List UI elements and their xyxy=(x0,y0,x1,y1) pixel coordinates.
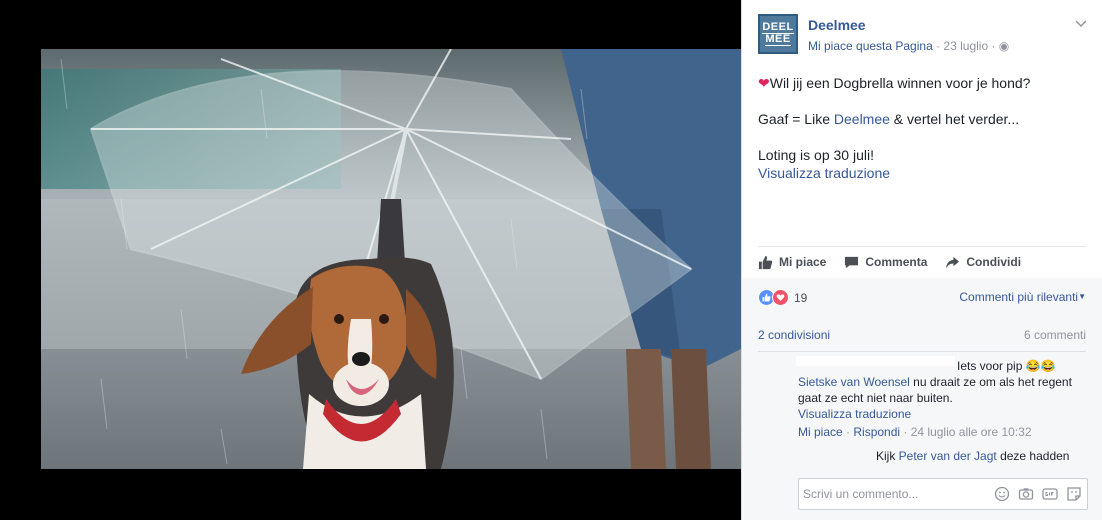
like-page-link[interactable]: Mi piace questa Pagina xyxy=(808,39,933,53)
post-text: ❤Wil jij een Dogbrella winnen voor je ho… xyxy=(758,74,1088,182)
post-meta: Mi piace questa Pagina · 23 luglio · ◉ xyxy=(808,39,1009,53)
post-line-2: Gaaf = Like Deelmee & vertel het verder.… xyxy=(758,110,1088,128)
comment-1-emoji: 😂😂 xyxy=(1025,359,1056,373)
shares-count-link[interactable]: 2 condivisioni xyxy=(758,328,830,342)
composer-icons xyxy=(993,485,1083,503)
post-line-3-text: Loting is op 30 juli! xyxy=(758,147,874,163)
post-line-1-text: Wil jij een Dogbrella winnen voor je hon… xyxy=(769,75,1031,91)
meta-separator: · xyxy=(932,39,944,53)
sticker-icon[interactable] xyxy=(1065,485,1083,503)
comment-icon xyxy=(845,256,859,268)
reaction-count: 19 xyxy=(794,290,808,305)
comment-2-reply-link[interactable]: Rispondi xyxy=(853,425,900,439)
divider xyxy=(758,246,1086,247)
logo-text-bottom: MEE xyxy=(765,33,791,46)
comment-2-author[interactable]: Sietske van Woensel xyxy=(798,375,910,389)
comments-list: Iets voor pip 😂😂 Sietske van Woensel nu … xyxy=(742,356,1102,476)
reactions-row: 19 Commenti più rilevanti▼ xyxy=(758,289,1086,307)
comment-1-text: Iets voor pip xyxy=(957,359,1023,373)
chevron-down-icon[interactable] xyxy=(1074,16,1088,30)
post-line-2-prefix: Gaaf = Like xyxy=(758,111,834,127)
reaction-summary[interactable]: 19 xyxy=(758,289,807,306)
comment-2-translation-link[interactable]: Visualizza traduzione xyxy=(798,406,911,422)
like-label: Mi piace xyxy=(779,255,827,269)
comment-label: Commenta xyxy=(865,255,928,269)
share-icon xyxy=(946,256,960,268)
see-translation-link[interactable]: Visualizza traduzione xyxy=(758,164,1088,182)
comment-button[interactable]: Commenta xyxy=(844,252,927,272)
post-line-1: ❤Wil jij een Dogbrella winnen voor je ho… xyxy=(758,74,1088,92)
comment-input[interactable]: Scrivi un commento... xyxy=(803,487,918,501)
love-reaction-icon xyxy=(772,289,789,306)
meta-separator: · xyxy=(842,425,854,439)
meta-separator: · xyxy=(900,425,911,439)
comment-2-meta: Mi piace · Rispondi · 24 luglio alle ore… xyxy=(798,424,1032,440)
post-photo[interactable] xyxy=(41,49,741,469)
caret-down-icon: ▼ xyxy=(1078,292,1086,301)
page-name[interactable]: Deelmee xyxy=(808,17,866,33)
comment-sort-dropdown[interactable]: Commenti più rilevanti▼ xyxy=(959,290,1086,304)
comment-3-text: deze hadden xyxy=(996,449,1070,463)
like-button[interactable]: Mi piace xyxy=(758,252,826,272)
sort-label: Commenti più rilevanti xyxy=(959,290,1079,304)
page-mention-link[interactable]: Deelmee xyxy=(834,111,890,127)
photo-viewer-stage xyxy=(0,0,741,520)
comment-3-mention[interactable]: Peter van der Jagt xyxy=(899,449,997,463)
heart-icon: ❤ xyxy=(758,75,770,91)
post-side-panel: DEEL MEE Deelmee Mi piace questa Pagina … xyxy=(741,0,1102,520)
post-header: DEEL MEE Deelmee Mi piace questa Pagina … xyxy=(758,14,1088,58)
comments-count-link[interactable]: 6 commenti xyxy=(1024,328,1086,342)
beagle-umbrella-image xyxy=(41,49,741,469)
comment-2-line-1: Sietske van Woensel nu draait ze om als … xyxy=(798,374,1072,390)
comment-2-text-a: nu draait ze om als het regent xyxy=(909,375,1072,389)
comment-composer[interactable]: Scrivi un commento... xyxy=(798,478,1088,510)
comment-3-prefix: Kijk xyxy=(876,449,899,463)
post-date[interactable]: 23 luglio xyxy=(943,39,988,53)
post-line-2-suffix: & vertel het verder... xyxy=(889,111,1020,127)
post-line-3: Loting is op 30 juli! xyxy=(758,146,1088,164)
comment-2-like-link[interactable]: Mi piace xyxy=(798,425,843,439)
page-avatar[interactable]: DEEL MEE xyxy=(758,14,798,54)
emoji-icon[interactable] xyxy=(993,485,1011,503)
globe-icon: ◉ xyxy=(998,39,1010,53)
comment-bubble-fragment xyxy=(796,356,955,366)
camera-icon[interactable] xyxy=(1017,485,1035,503)
gif-icon[interactable] xyxy=(1041,485,1059,503)
post-stats: 2 condivisioni 6 commenti xyxy=(758,328,1086,342)
meta-separator-2: · xyxy=(988,39,999,53)
share-button[interactable]: Condividi xyxy=(945,252,1021,272)
thumbs-up-icon xyxy=(758,255,773,269)
share-label: Condividi xyxy=(966,255,1022,269)
feedback-section: 19 Commenti più rilevanti▼ 2 condivision… xyxy=(742,278,1102,520)
comment-2-line-2: gaat ze echt niet naar buiten. xyxy=(798,391,953,405)
post-actions: Mi piace Commenta Condividi xyxy=(758,252,1086,272)
comment-2-timestamp[interactable]: 24 luglio alle ore 10:32 xyxy=(911,425,1032,439)
comment-3-line-1: Kijk Peter van der Jagt deze hadden xyxy=(876,448,1069,464)
divider xyxy=(758,351,1086,352)
comment-1: Iets voor pip 😂😂 xyxy=(957,358,1056,374)
